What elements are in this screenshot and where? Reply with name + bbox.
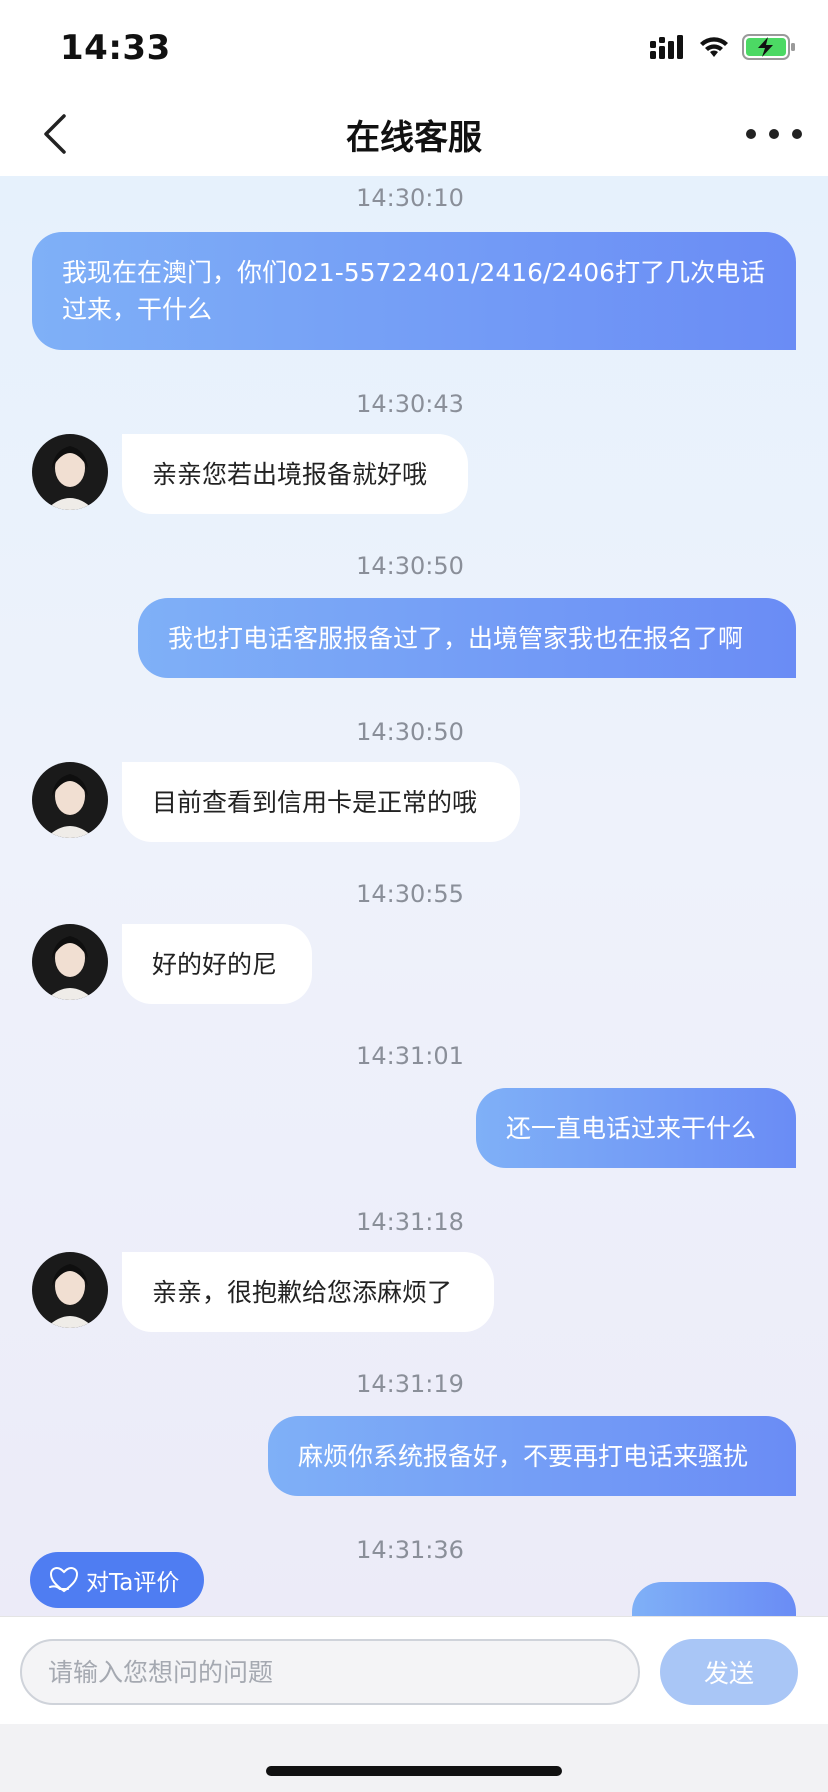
status-time: 14:33 <box>60 28 171 68</box>
agent-avatar[interactable] <box>32 762 108 838</box>
home-area <box>0 1724 828 1792</box>
message-timestamp: 14:30:50 <box>356 552 464 580</box>
battery-charging-icon <box>742 34 795 60</box>
rate-agent-button[interactable]: 对Ta评价 <box>30 1552 204 1608</box>
message-timestamp: 14:30:10 <box>356 184 464 212</box>
heart-hand-icon <box>49 1566 79 1593</box>
status-icons <box>650 34 796 60</box>
input-bar: 发送 <box>0 1616 828 1724</box>
more-dot-icon <box>769 129 779 139</box>
message-timestamp: 14:30:43 <box>356 390 464 418</box>
cellular-signal-icon <box>650 35 683 59</box>
outgoing-message[interactable] <box>632 1582 796 1616</box>
agent-avatar[interactable] <box>32 1252 108 1328</box>
agent-avatar[interactable] <box>32 924 108 1000</box>
rate-agent-label: 对Ta评价 <box>86 1570 180 1596</box>
page-title: 在线客服 <box>346 118 482 158</box>
incoming-message[interactable]: 好的好的尼 <box>122 924 312 1004</box>
outgoing-message[interactable]: 还一直电话过来干什么 <box>476 1088 796 1168</box>
home-indicator[interactable] <box>266 1766 562 1776</box>
incoming-message[interactable]: 目前查看到信用卡是正常的哦 <box>122 762 520 842</box>
message-timestamp: 14:31:18 <box>356 1208 464 1236</box>
more-options-button[interactable] <box>746 116 802 152</box>
send-button[interactable]: 发送 <box>660 1639 798 1705</box>
message-timestamp: 14:31:01 <box>356 1042 464 1070</box>
incoming-message[interactable]: 亲亲，很抱歉给您添麻烦了 <box>122 1252 494 1332</box>
message-timestamp: 14:30:50 <box>356 718 464 746</box>
message-input[interactable] <box>20 1639 640 1705</box>
wifi-icon <box>700 37 728 57</box>
more-dot-icon <box>792 129 802 139</box>
outgoing-message[interactable]: 麻烦你系统报备好，不要再打电话来骚扰 <box>268 1416 796 1496</box>
message-timestamp: 14:30:55 <box>356 880 464 908</box>
outgoing-message[interactable]: 我现在在澳门，你们021-55722401/2416/2406打了几次电话过来，… <box>32 232 796 350</box>
more-dot-icon <box>746 129 756 139</box>
status-bar: 14:33 <box>0 0 828 92</box>
incoming-message[interactable]: 亲亲您若出境报备就好哦 <box>122 434 468 514</box>
message-timestamp: 14:31:19 <box>356 1370 464 1398</box>
nav-bar: 在线客服 <box>0 92 828 176</box>
agent-avatar[interactable] <box>32 434 108 510</box>
chat-area[interactable]: 14:30:10 我现在在澳门，你们021-55722401/2416/2406… <box>0 176 828 1616</box>
outgoing-message[interactable]: 我也打电话客服报备过了，出境管家我也在报名了啊 <box>138 598 796 678</box>
